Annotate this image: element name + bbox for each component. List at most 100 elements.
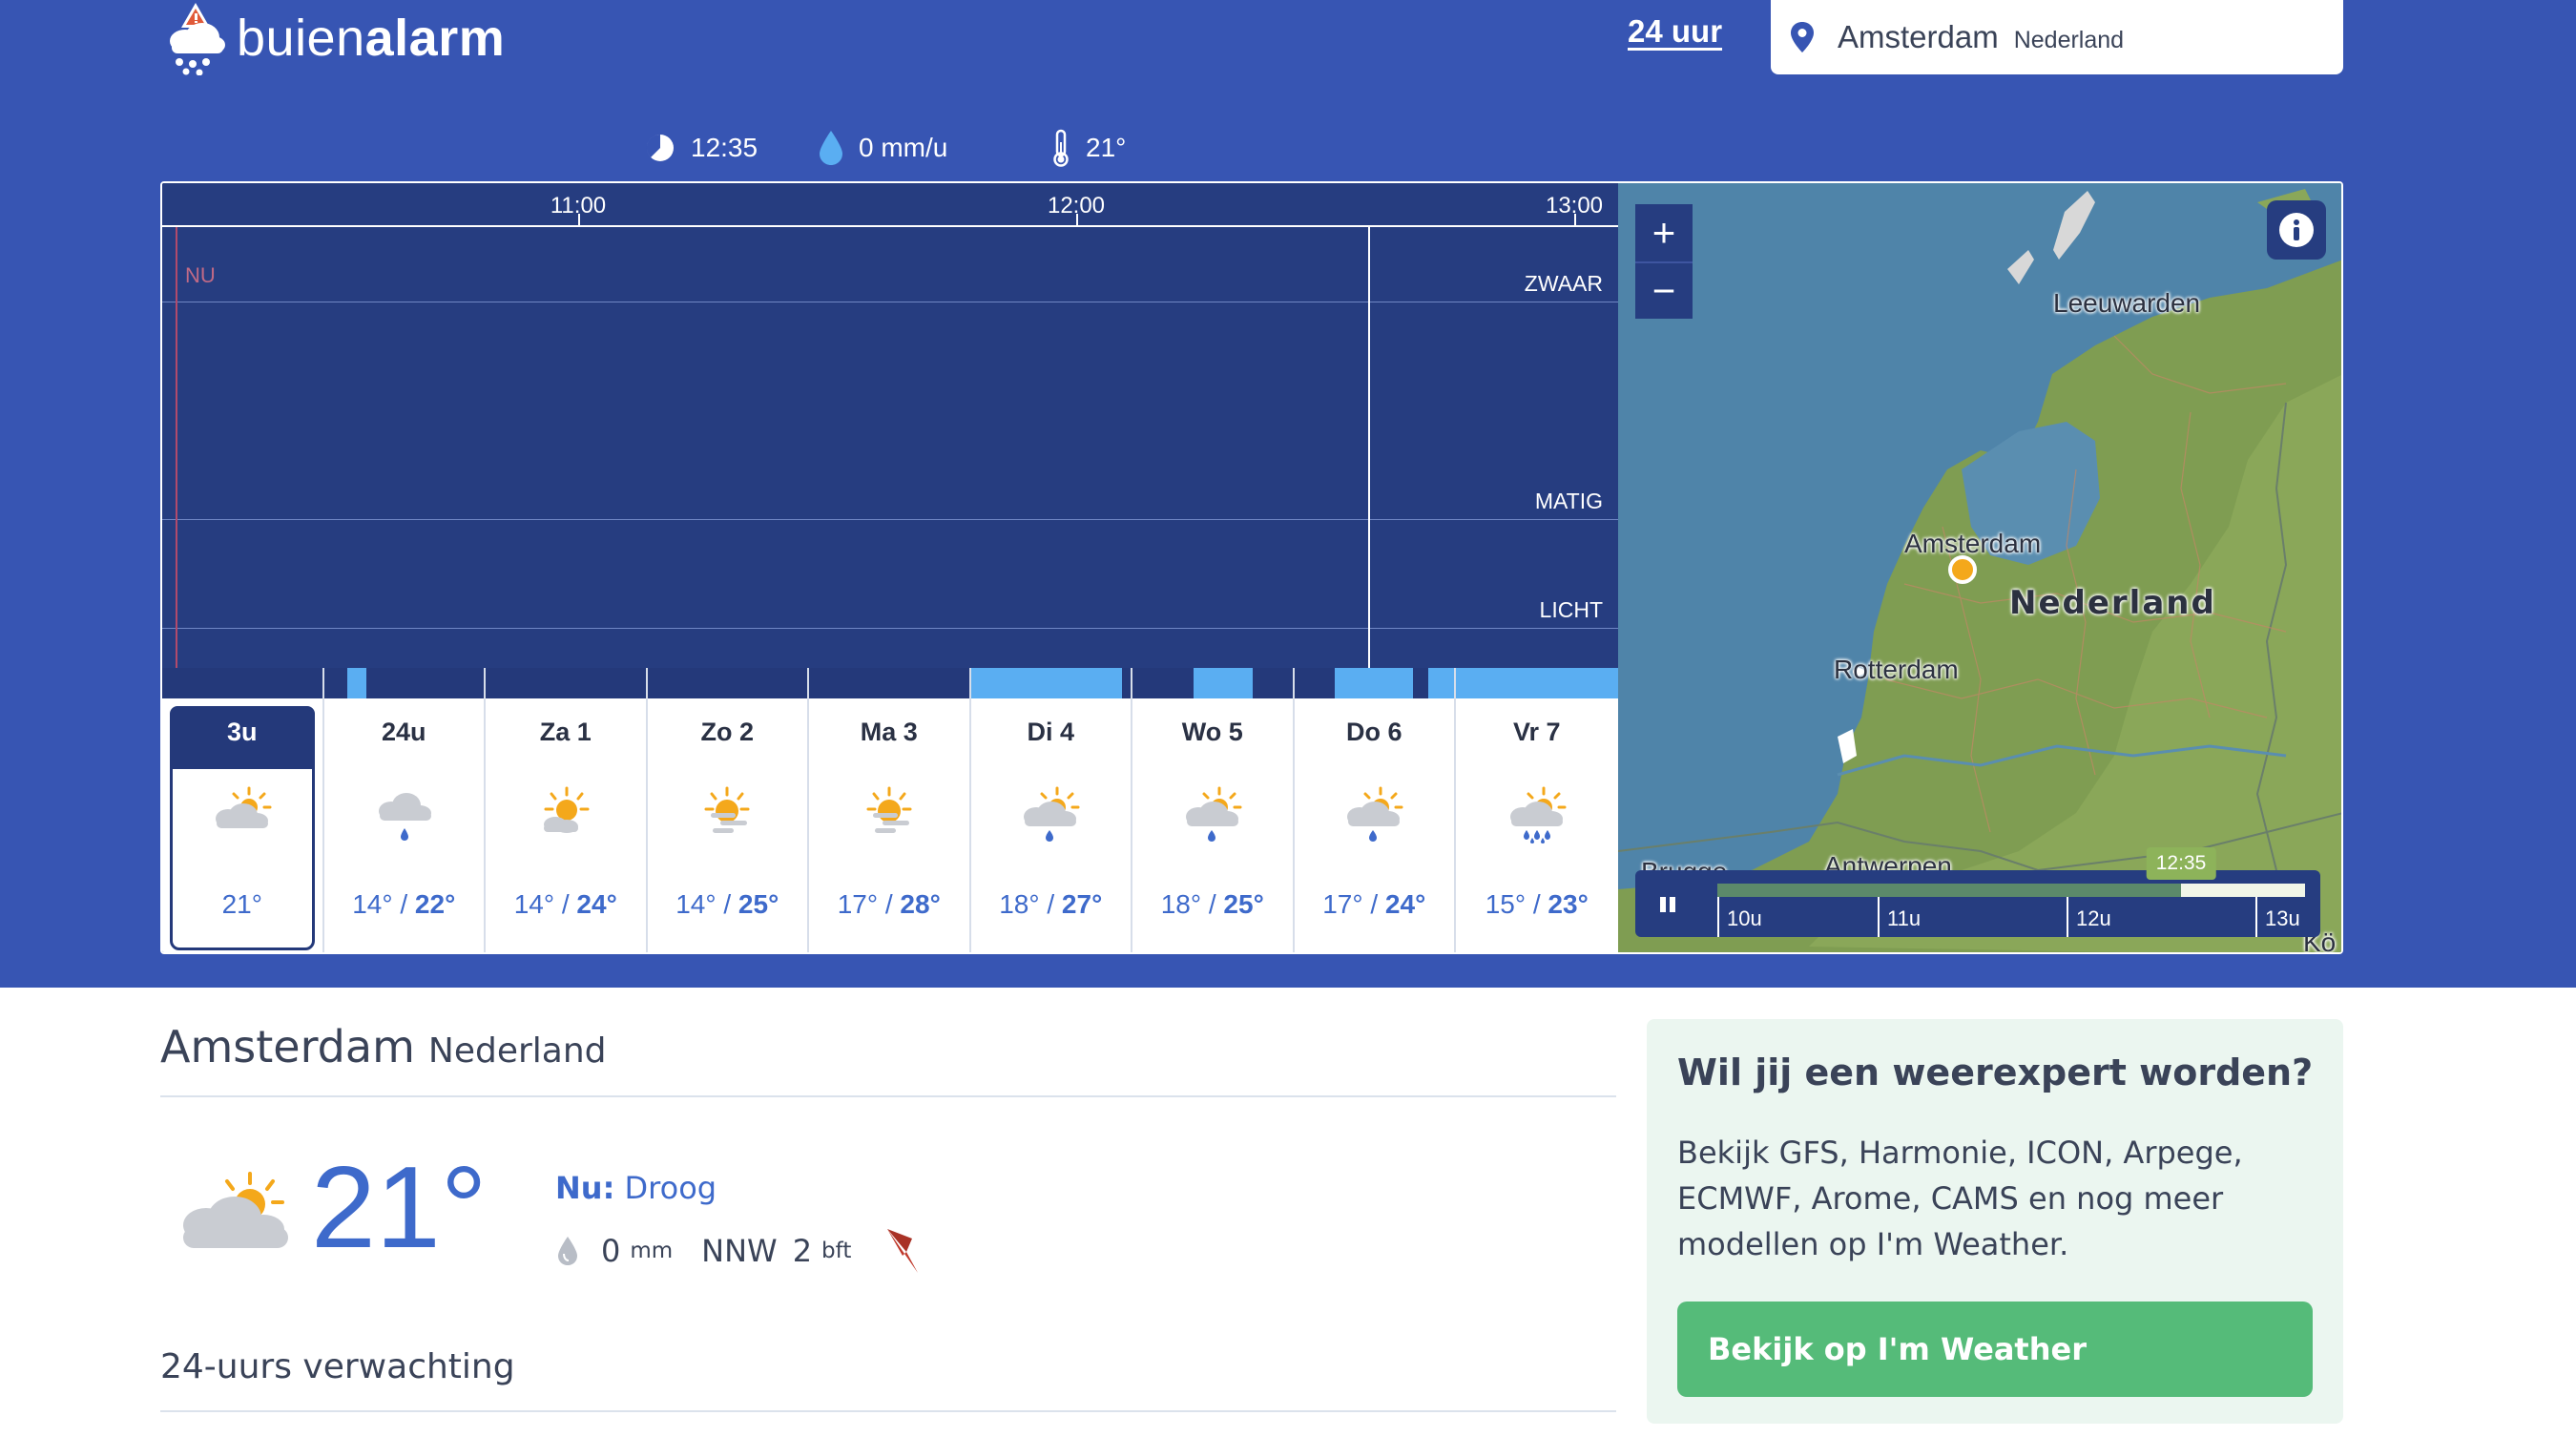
day-temp: 18° / 25°: [1160, 889, 1264, 919]
divider: [160, 1095, 1616, 1097]
forecast-cutoff-line: [1368, 227, 1370, 668]
level-light-label: LICHT: [1539, 597, 1603, 622]
radar-map[interactable]: + − Leeuwarden Amsterdam Nederland Rotte…: [1618, 183, 2341, 952]
time-axis: 11:00 12:00 13:00: [162, 183, 1618, 227]
day-tab-wo-5[interactable]: Wo 5 18° / 25°: [1132, 668, 1295, 952]
info-button[interactable]: [2267, 200, 2326, 260]
gridline-moderate: [162, 519, 1618, 520]
timeline-slider[interactable]: 12:35: [1717, 847, 2305, 897]
day-tab-3u[interactable]: 3u 21°: [162, 668, 324, 952]
current-details: 0 mm NNW 2 bft: [555, 1227, 922, 1275]
timeline-label: 13u: [2265, 906, 2300, 930]
day-forecast-strip: 3u 21° 24u 14° / 22° Za 1 14° / 24° Zo 2…: [162, 668, 1618, 952]
location-search-input[interactable]: Amsterdam Nederland: [1771, 0, 2343, 74]
timeline-elapsed: [1717, 884, 2181, 897]
day-temp: 21°: [221, 889, 262, 919]
rain-chart[interactable]: 11:00 12:00 13:00 ZWAAR MATIG LICHT NU: [162, 183, 1618, 668]
day-temp: 14° / 22°: [352, 889, 456, 919]
timeline-label: 10u: [1727, 906, 1762, 930]
rain-bar: [323, 668, 484, 698]
forecast-section-title: 24-uurs verwachting: [160, 1347, 515, 1386]
brand-wordmark: buienalarm: [237, 10, 506, 67]
timeline-label: 12u: [2076, 906, 2111, 930]
current-weather-icon: [172, 1170, 301, 1260]
rain-bar: [809, 668, 969, 698]
current-temperature: 21°: [311, 1142, 488, 1272]
timeline-tick: [2067, 897, 2068, 937]
status-temperature: 21°: [1051, 126, 1126, 170]
rain-bar: [647, 668, 807, 698]
page-title-country: Nederland: [427, 1031, 607, 1071]
day-temp: 15° / 23°: [1485, 889, 1589, 919]
tick-label: 12:00: [1047, 193, 1106, 219]
day-tab-ma-3[interactable]: Ma 3 17° / 28°: [809, 668, 971, 952]
status-time: 12:35: [645, 126, 758, 170]
level-heavy-label: ZWAAR: [1524, 271, 1603, 296]
raindrop-icon: [820, 131, 842, 165]
rain-bar: [486, 668, 646, 698]
nav-link-24-uur[interactable]: 24 uur: [1628, 13, 1722, 50]
wind-arrow-icon: [887, 1229, 919, 1273]
tick-label: 11:00: [550, 193, 607, 219]
day-label: Do 6: [1345, 718, 1402, 746]
day-label: Zo 2: [700, 718, 754, 746]
partly-cloudy-icon: [209, 786, 276, 838]
location-pin-icon: [1791, 22, 1814, 52]
gridline-light: [162, 628, 1618, 629]
brand-logo[interactable]: buienalarm: [164, 0, 505, 76]
day-temp: 14° / 25°: [675, 889, 779, 919]
rain-alert-icon: [164, 1, 227, 76]
promo-text: Bekijk GFS, Harmonie, ICON, Arpege, ECMW…: [1677, 1135, 2243, 1262]
sun-cloud-rain-icon: [1017, 786, 1084, 847]
thermometer-icon: [1053, 129, 1069, 167]
day-temp: 17° / 24°: [1322, 889, 1426, 919]
promo-card: Wil jij een weerexpert worden? Bekijk GF…: [1647, 1019, 2343, 1424]
day-tab-zo-2[interactable]: Zo 2 14° / 25°: [647, 668, 809, 952]
day-tab-do-6[interactable]: Do 6 17° / 24°: [1294, 668, 1456, 952]
status-rain: 0 mm/u: [819, 126, 947, 170]
rain-bar: [162, 668, 322, 698]
day-label: Ma 3: [860, 718, 918, 746]
radar-widget: 11:00 12:00 13:00 ZWAAR MATIG LICHT NU 3…: [160, 181, 2343, 954]
info-icon: [2279, 213, 2314, 247]
page-title: Amsterdam Nederland: [160, 1021, 607, 1073]
map-label-nederland: Nederland: [2009, 584, 2216, 622]
current-wind-force: 2: [792, 1233, 813, 1269]
timeline-remaining: [2181, 884, 2305, 897]
timeline-tick: [1717, 897, 1719, 937]
map-label-rotterdam: Rotterdam: [1834, 655, 1959, 684]
sun-haze-icon: [856, 786, 923, 847]
current-rain-unit: mm: [630, 1239, 674, 1263]
day-label: Di 4: [1027, 718, 1075, 746]
sun-cloud-rain-icon: [1179, 786, 1246, 847]
day-tab-za-1[interactable]: Za 1 14° / 24°: [486, 668, 648, 952]
day-tab-vr-7[interactable]: Vr 7 15° / 23°: [1456, 668, 1618, 952]
zoom-out-button[interactable]: −: [1635, 261, 1693, 319]
raindrop-icon: [558, 1237, 577, 1265]
now-marker-label: NU: [185, 263, 216, 287]
pause-icon: [1660, 897, 1675, 912]
day-tab-24u[interactable]: 24u 14° / 22°: [323, 668, 486, 952]
pause-button[interactable]: [1649, 885, 1687, 924]
day-label: Wo 5: [1181, 718, 1243, 746]
clock-icon: [646, 134, 674, 161]
timeline-tick: [2255, 897, 2257, 937]
level-moderate-label: MATIG: [1534, 489, 1603, 513]
sun-cloud-heavy-rain-icon: [1504, 786, 1570, 847]
rain-bar: [1294, 668, 1454, 698]
sun-cloud-rain-icon: [1340, 786, 1407, 847]
location-country: Nederland: [2013, 26, 2125, 53]
day-tab-di-4[interactable]: Di 4 18° / 27°: [970, 668, 1132, 952]
rain-bar: [1132, 668, 1293, 698]
map-label-amsterdam: Amsterdam: [1904, 529, 2042, 558]
timeline-label: 11u: [1887, 906, 1922, 930]
tick-label: 13:00: [1545, 193, 1604, 219]
day-temp: 17° / 28°: [837, 889, 941, 919]
map-terrain: [1618, 183, 2341, 952]
zoom-in-button[interactable]: +: [1635, 204, 1693, 261]
current-wind-unit: bft: [821, 1239, 852, 1263]
location-city: Amsterdam: [1838, 19, 1999, 54]
current-wind-direction: NNW: [701, 1233, 778, 1269]
location-marker[interactable]: [1948, 555, 1977, 584]
promo-button[interactable]: Bekijk op I'm Weather: [1677, 1302, 2313, 1397]
